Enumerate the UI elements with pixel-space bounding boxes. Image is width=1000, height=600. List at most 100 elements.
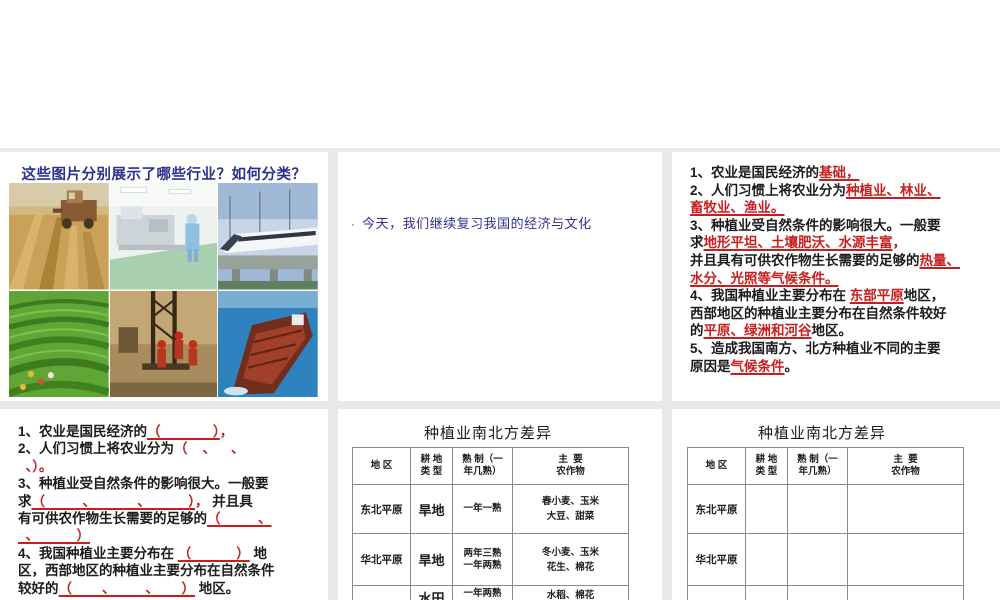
highlighted-term: 水分、光照等气候条件。 bbox=[690, 270, 839, 286]
container-ship-photo bbox=[218, 290, 318, 397]
text-line: 求地形平坦、土壤肥沃、水源丰富， bbox=[690, 234, 994, 252]
plain-text: 2、人们习惯上将农业分为 bbox=[690, 182, 847, 198]
table-cell: 东北平原 bbox=[687, 484, 746, 534]
highlighted-term: 基础， bbox=[819, 165, 860, 180]
table-cell bbox=[687, 585, 746, 600]
text-line: 较好的（ 、 、 ） 地区。 bbox=[18, 580, 322, 597]
table-row: 东北平原 bbox=[687, 484, 964, 534]
highlighted-term: ， bbox=[195, 493, 209, 509]
agriculture-notes-filled: 1、农业是国民经济的基础， 2、人们习惯上将农业分为种植业、林业、 畜牧业、渔业。 3… bbox=[690, 164, 994, 375]
highlighted-term: 种植业、林业、 bbox=[846, 182, 941, 198]
plain-text: 区，西部地区的种植业主要分布在自然条件 bbox=[18, 563, 275, 579]
table-row: 华北平原 bbox=[687, 533, 964, 586]
table-cell bbox=[745, 585, 788, 600]
slide-5-thumbnail[interactable]: 种植业南北方差异 地 区耕 地 类 型熟 制（一 年几熟）主 要 农作物 东北平原… bbox=[338, 409, 662, 600]
table-cell: 春小麦、玉米 大豆、甜菜 bbox=[512, 484, 629, 534]
column-header: 耕 地 类 型 bbox=[410, 447, 453, 485]
text-line: 西部地区的种植业主要分布在自然条件较好 bbox=[690, 305, 994, 323]
plain-text: 2、人们习惯上将农业分为 bbox=[18, 441, 175, 457]
column-header: 主 要 农作物 bbox=[847, 447, 964, 485]
high-speed-train-photo bbox=[218, 183, 318, 290]
column-header: 熟 制（一 年几熟） bbox=[787, 447, 848, 485]
plain-text: 求 bbox=[690, 235, 704, 251]
intro-text: 今天，我们继续复习我国的经济与文化 bbox=[362, 216, 592, 231]
table-cell bbox=[745, 484, 788, 534]
text-line: 1、农业是国民经济的基础， bbox=[690, 164, 994, 182]
highlighted-term: 热量、 bbox=[919, 252, 961, 268]
column-header: 地 区 bbox=[352, 447, 411, 485]
text-line: 3、种植业受自然条件的影响很大。一般要 bbox=[18, 475, 322, 492]
factory-production-line-photo bbox=[109, 183, 218, 290]
text-line: 4、我国种植业主要分布在 （ ） 地 bbox=[18, 545, 322, 562]
table-cell: 旱地 bbox=[410, 484, 453, 534]
table-cell bbox=[847, 484, 964, 534]
table-cell: 水稻、棉花 bbox=[512, 585, 629, 600]
table-cell: 旱地 bbox=[410, 533, 453, 586]
plain-text: 1、农业是国民经济的 bbox=[18, 424, 148, 439]
plain-text: 西部地区的种植业主要分布在自然条件较好 bbox=[690, 305, 947, 321]
text-line: 区，西部地区的种植业主要分布在自然条件 bbox=[18, 562, 322, 579]
table-cell bbox=[352, 585, 411, 600]
industry-photo-grid bbox=[9, 183, 318, 397]
text-line: 畜牧业、渔业。 bbox=[690, 199, 994, 217]
column-header: 熟 制（一 年几熟） bbox=[452, 447, 513, 485]
text-line: 3、种植业受自然条件的影响很大。一般要 bbox=[690, 217, 994, 235]
plain-text: 求 bbox=[18, 493, 32, 509]
plain-text: 并且具有可供农作物生长需要的足够的 bbox=[690, 252, 920, 268]
table-row: 华北平原 旱地 两年三熟 一年两熟 冬小麦、玉米 花生、棉花 bbox=[352, 533, 629, 586]
highlighted-term: 、 ） bbox=[18, 528, 91, 544]
column-header: 地 区 bbox=[687, 447, 746, 485]
slide-4-thumbnail[interactable]: 1、农业是国民经济的（ ）， 2、人们习惯上将农业分为（ 、 、 、）。 3、种植业… bbox=[0, 409, 328, 600]
oil-drilling-photo bbox=[109, 290, 218, 397]
table-cell bbox=[787, 484, 848, 534]
slide-6-thumbnail[interactable]: 种植业南北方差异 地 区耕 地 类 型熟 制（一 年几熟）主 要 农作物东北平原… bbox=[672, 409, 1000, 600]
plain-text: 1、农业是国民经济的 bbox=[690, 165, 820, 180]
plain-text: 5、造成我国南方、北方种植业不同的主要 bbox=[690, 340, 941, 356]
table-cell: 华北平原 bbox=[352, 533, 411, 586]
plain-text: 3、种植业受自然条件的影响很大。一般要 bbox=[690, 217, 941, 233]
crops-table-filled: 地 区耕 地 类 型熟 制（一 年几熟）主 要 农作物东北平原 旱地 一年一熟 春小麦… bbox=[352, 447, 629, 600]
highlighted-term: 平原、绿洲和河谷 bbox=[703, 323, 812, 339]
plain-text: 有可供农作物生长需要的足够的 bbox=[18, 511, 207, 527]
text-line: 、 ） bbox=[18, 527, 322, 544]
table-title: 种植业南北方差异 bbox=[757, 425, 886, 442]
plain-text: 的 bbox=[690, 323, 704, 339]
highlighted-term: 东部平原 bbox=[849, 288, 904, 304]
text-line: 2、人们习惯上将农业分为（ 、 、 bbox=[18, 440, 322, 457]
table-row bbox=[687, 585, 964, 600]
text-line: 1、农业是国民经济的（ ）， bbox=[18, 423, 322, 440]
plain-text: 地区。 bbox=[811, 323, 853, 339]
slide-2-thumbnail[interactable]: · 今天，我们继续复习我国的经济与文化 bbox=[338, 152, 662, 401]
highlighted-term: （ 、 bbox=[207, 511, 272, 527]
plain-text: 地 bbox=[249, 545, 268, 561]
slide-1-question-title: 这些图片分别展示了哪些行业？如何分类？ bbox=[21, 167, 307, 183]
highlighted-term: （ ） bbox=[177, 545, 250, 561]
text-line: 原因是气候条件。 bbox=[690, 358, 994, 376]
plain-text: 地区， bbox=[903, 288, 945, 304]
plain-text: 较好的 bbox=[18, 580, 59, 596]
table-cell: 一年两熟 bbox=[452, 585, 513, 600]
text-line: 2、人们习惯上将农业分为种植业、林业、 bbox=[690, 182, 994, 200]
highlighted-term: ， bbox=[219, 424, 234, 439]
slide-3-thumbnail[interactable]: 1、农业是国民经济的基础， 2、人们习惯上将农业分为种植业、林业、 畜牧业、渔业。 3… bbox=[672, 152, 1000, 401]
plain-text: 。 bbox=[784, 358, 799, 374]
table-cell: 东北平原 bbox=[352, 484, 411, 534]
bullet-icon: · bbox=[351, 219, 356, 231]
table-cell: 冬小麦、玉米 花生、棉花 bbox=[512, 533, 629, 586]
table-cell bbox=[847, 533, 964, 586]
table-cell bbox=[787, 585, 848, 600]
table-cell bbox=[745, 533, 788, 586]
highlighted-term: 气候条件 bbox=[730, 358, 785, 374]
highlighted-term: （ ） bbox=[147, 424, 220, 439]
tea-plantation-photo bbox=[9, 290, 109, 397]
highlighted-term: （ 、 、 ） bbox=[58, 580, 196, 596]
column-header: 主 要 农作物 bbox=[512, 447, 629, 485]
column-header: 耕 地 类 型 bbox=[745, 447, 788, 485]
text-line: 、）。 bbox=[18, 458, 322, 475]
table-cell bbox=[787, 533, 848, 586]
text-line: 有可供农作物生长需要的足够的（ 、 bbox=[18, 510, 322, 527]
table-cell: 一年一熟 bbox=[452, 484, 513, 534]
slide-1-thumbnail[interactable]: 这些图片分别展示了哪些行业？如何分类？ bbox=[0, 152, 328, 401]
highlighted-term: 、）。 bbox=[18, 458, 53, 474]
plain-text: 原因是 bbox=[690, 358, 731, 374]
